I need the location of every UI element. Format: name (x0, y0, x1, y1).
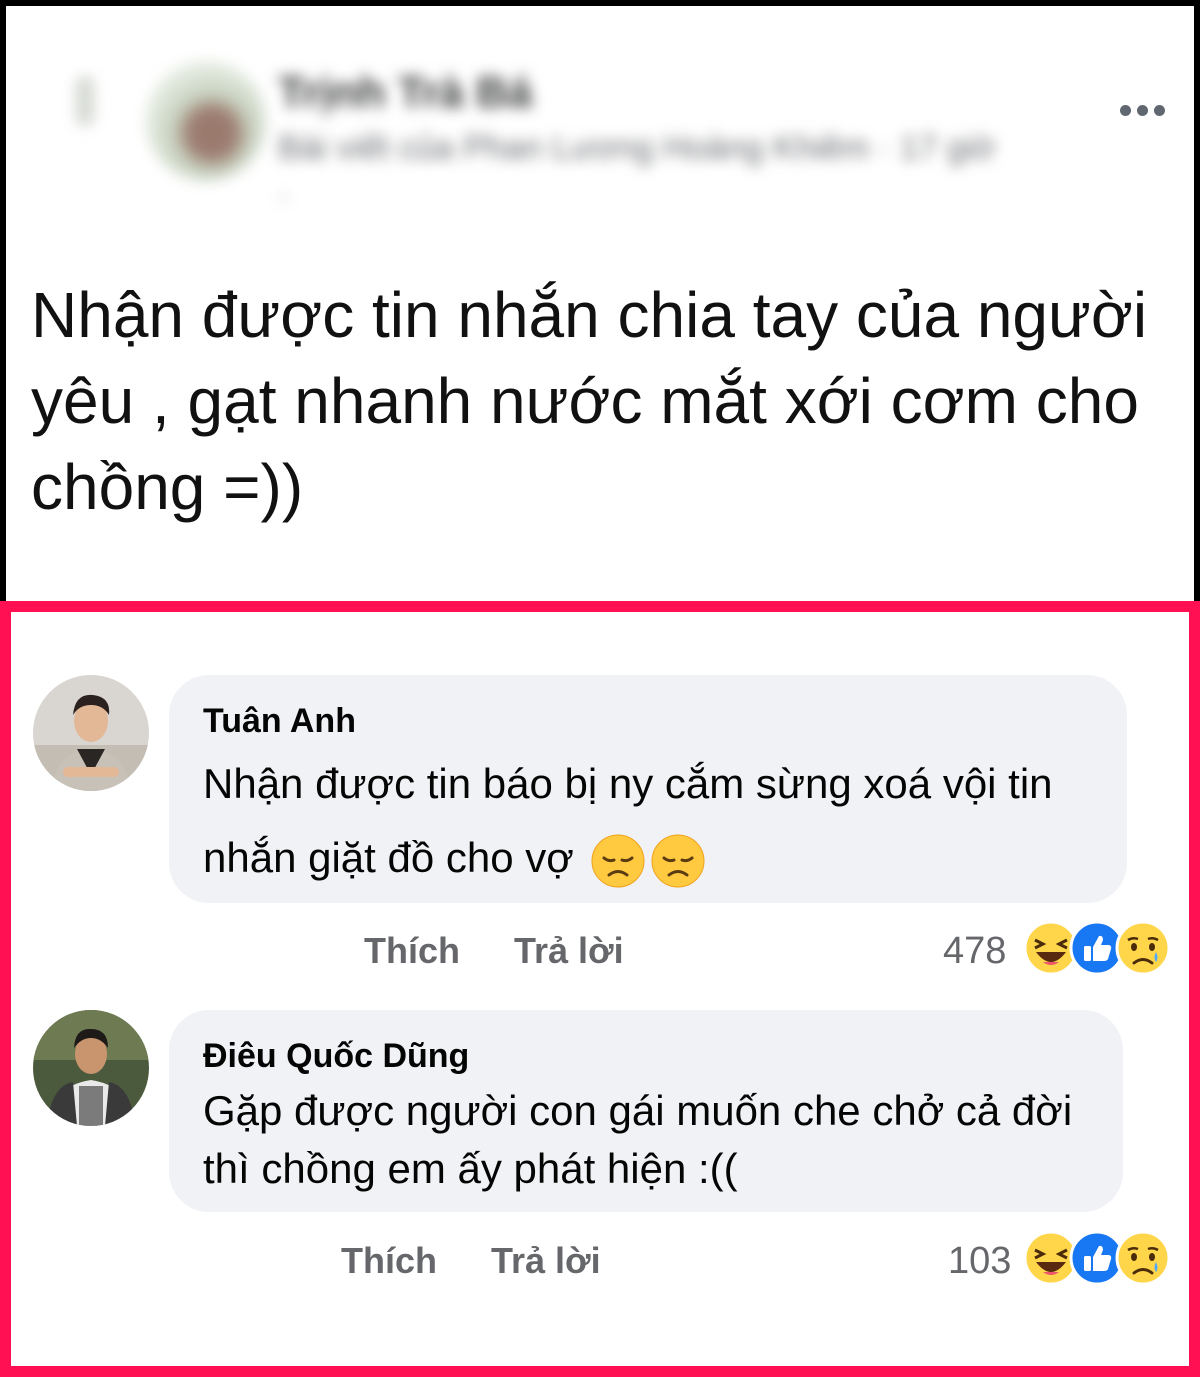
comment-author[interactable]: Điêu Quốc Dũng (203, 1036, 1089, 1076)
reply-button[interactable]: Trả lời (491, 1240, 601, 1282)
reply-button[interactable]: Trả lời (514, 930, 624, 972)
comment-author[interactable]: Tuân Anh (203, 701, 1093, 741)
comments-section: Tuân Anh Nhận được tin báo bị ny cắm sừn… (0, 601, 1200, 1377)
post-card: Trịnh Trà Bá Bài viết của Phan Lương Hoà… (0, 0, 1200, 604)
comment-bubble: Tuân Anh Nhận được tin báo bị ny cắm sừn… (169, 675, 1127, 903)
reactions-summary[interactable] (1023, 1230, 1173, 1290)
disappointed-face-icon (591, 834, 645, 888)
more-options-icon[interactable] (1111, 92, 1173, 128)
reactions-summary[interactable] (1023, 920, 1173, 980)
avatar[interactable] (33, 675, 149, 791)
post-author-name[interactable]: Trịnh Trà Bá (278, 68, 532, 118)
sad-reaction-icon (1115, 1230, 1171, 1286)
avatar[interactable] (33, 1010, 149, 1126)
comment-text: Nhận được tin báo bị ny cắm sừng xoá vội… (203, 747, 1093, 895)
disappointed-face-icon (651, 834, 705, 888)
like-button[interactable]: Thích (341, 1240, 437, 1282)
post-author-avatar[interactable] (146, 61, 266, 181)
post-text: Nhận được tin nhắn chia tay của người yê… (31, 279, 1148, 523)
like-button[interactable]: Thích (364, 930, 460, 972)
reaction-count[interactable]: 478 (943, 930, 1006, 973)
comment-text: Gặp được người con gái muốn che chở cả đ… (203, 1087, 1073, 1192)
blurred-edge (76, 76, 94, 126)
reaction-count[interactable]: 103 (948, 1240, 1011, 1283)
sad-reaction-icon (1115, 920, 1171, 976)
post-meta: Bài viết của Phan Lương Hoàng Khiêm · 17… (278, 129, 996, 215)
comment-bubble: Điêu Quốc Dũng Gặp được người con gái mu… (169, 1010, 1123, 1212)
